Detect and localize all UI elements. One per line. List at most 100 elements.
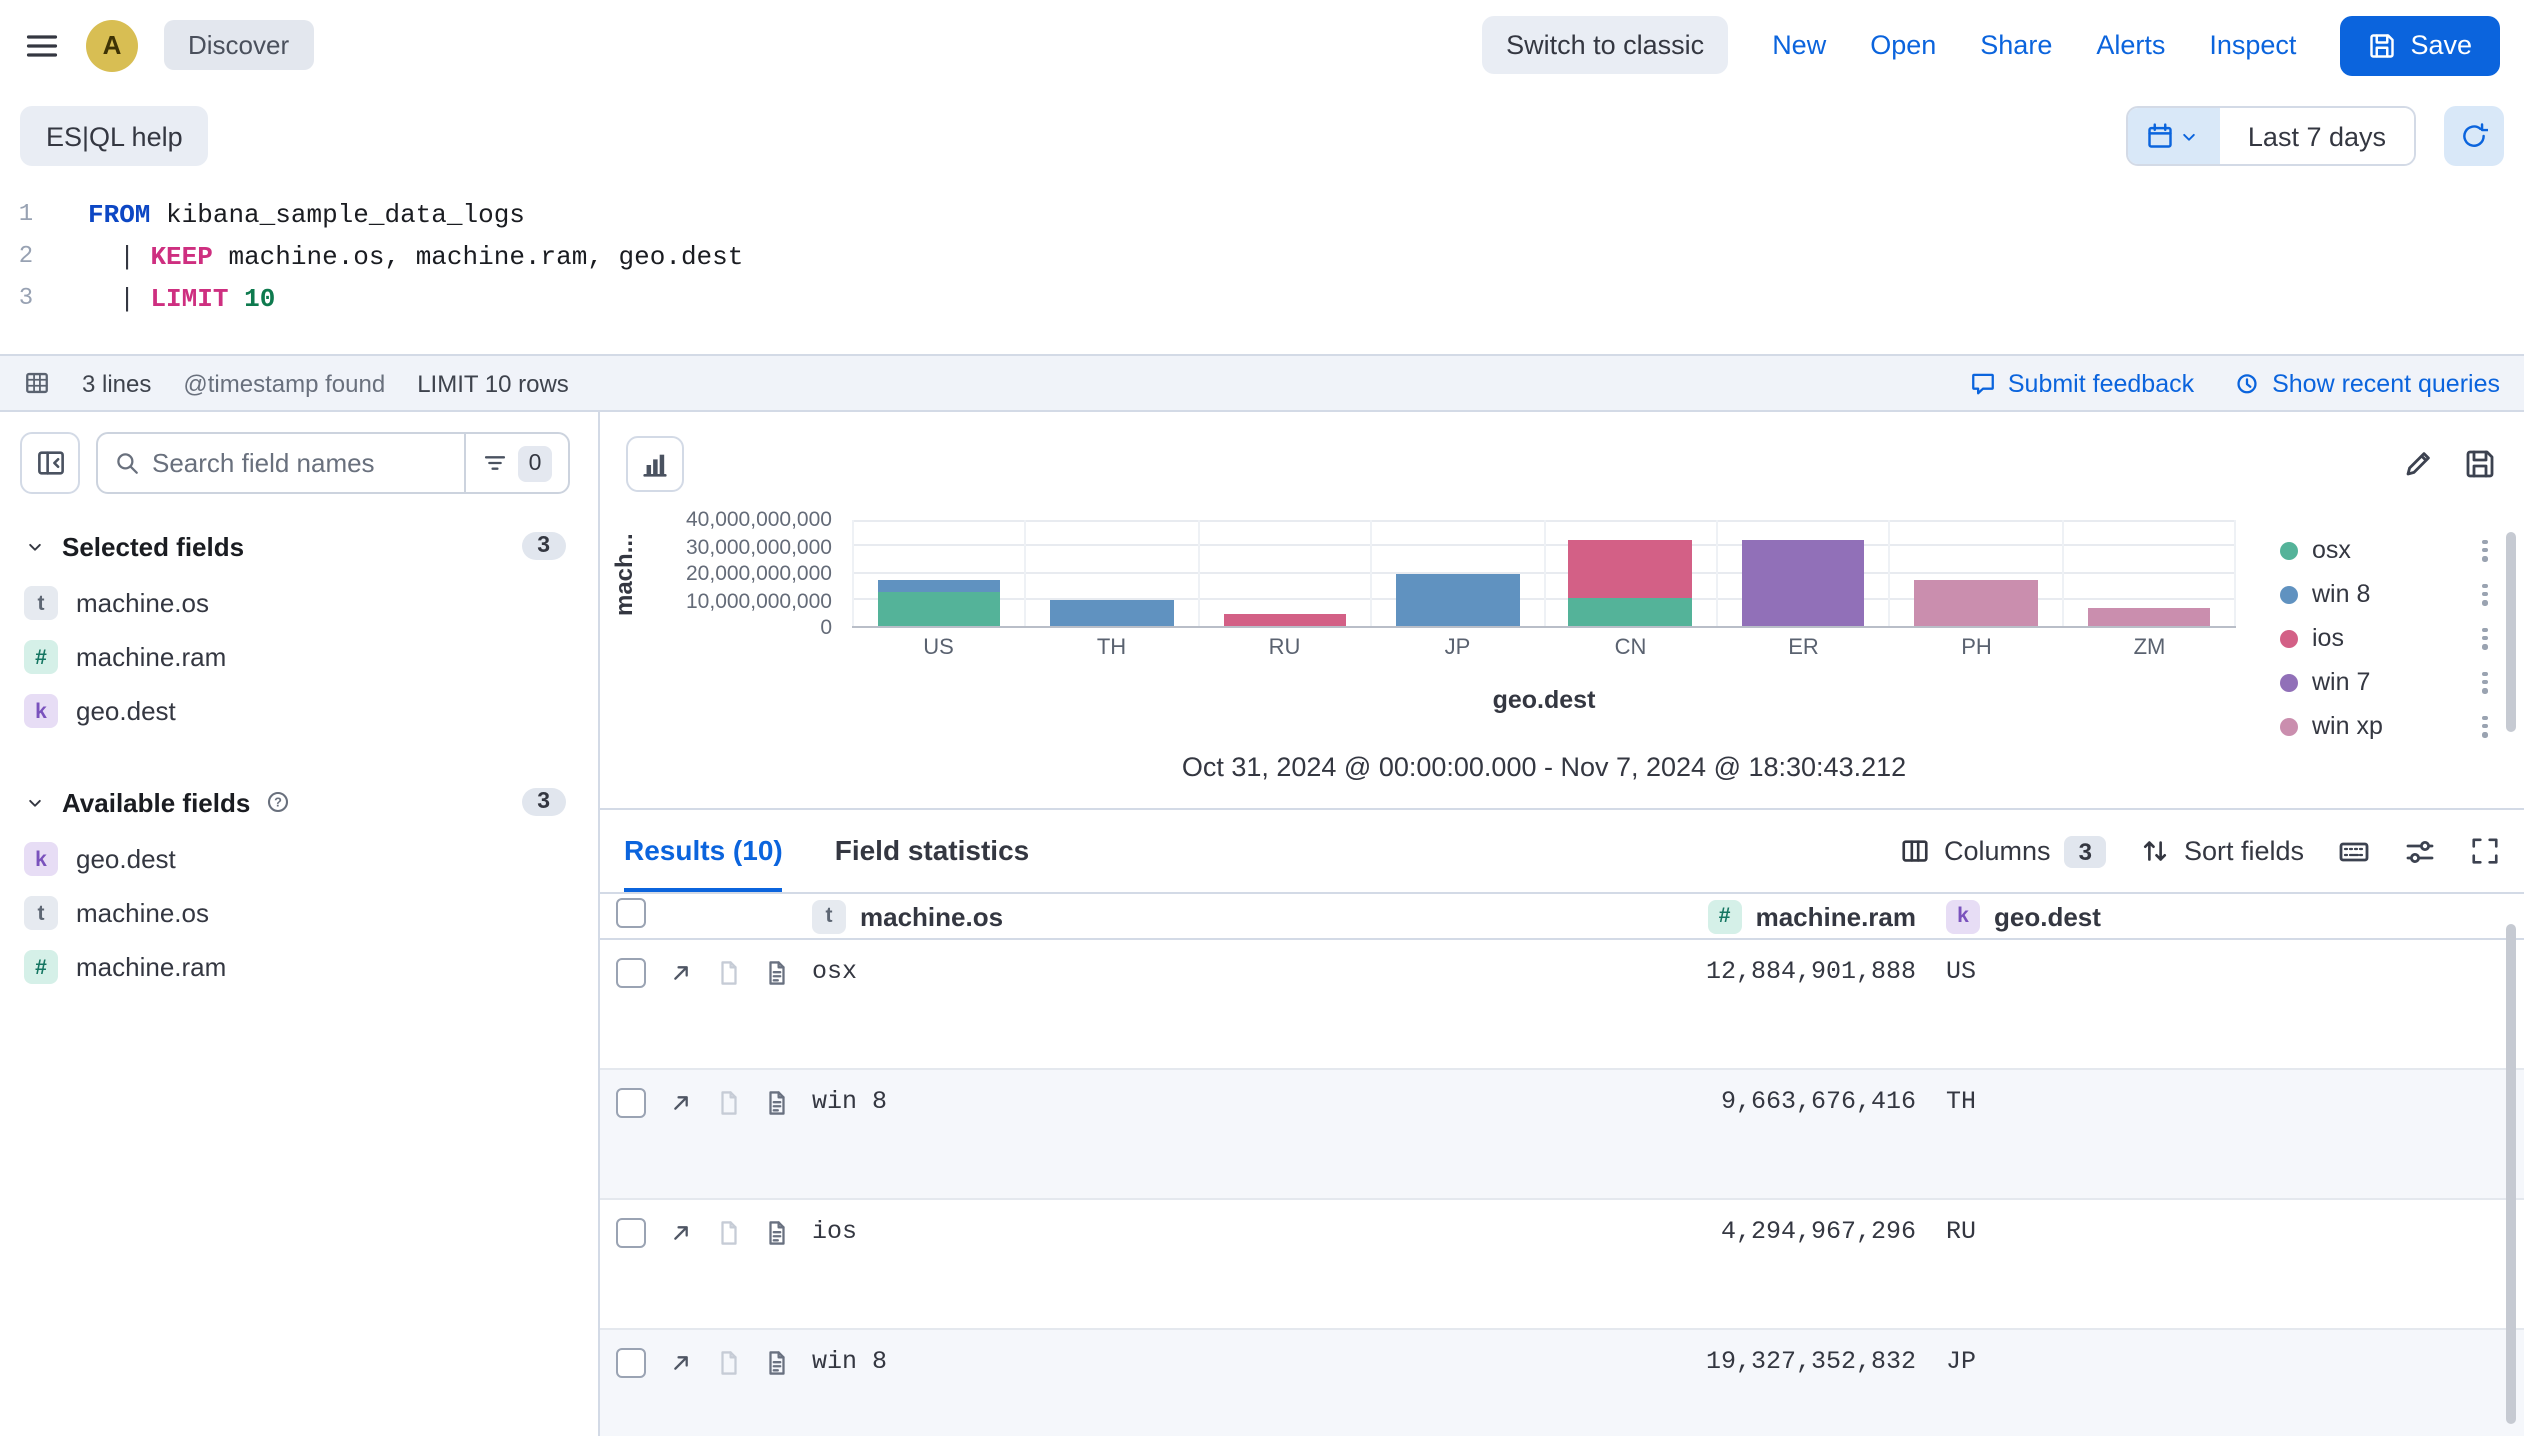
keyboard-shortcuts-button[interactable] (2338, 835, 2370, 867)
row-checkbox[interactable] (616, 1348, 646, 1378)
field-item-geo-dest[interactable]: k geo.dest (20, 684, 570, 738)
display-options-button[interactable] (2404, 835, 2436, 867)
line-number: 1 (0, 194, 52, 236)
panel-collapse-icon (35, 448, 65, 478)
editor-footer-links: Submit feedback Show recent queries (1970, 369, 2500, 397)
expand-row-button[interactable] (668, 1088, 716, 1116)
bar-th[interactable] (1025, 520, 1198, 626)
chart-scrollbar[interactable] (2506, 532, 2516, 732)
nav-alerts-link[interactable]: Alerts (2096, 30, 2165, 60)
row-checkbox[interactable] (616, 1218, 646, 1248)
column-header-geo-dest[interactable]: k geo.dest (1946, 899, 2101, 933)
limit-info: LIMIT 10 rows (417, 369, 569, 397)
field-item-machine-ram[interactable]: # machine.ram (20, 630, 570, 684)
avatar[interactable]: A (86, 19, 138, 71)
tab-results[interactable]: Results (10) (624, 810, 783, 892)
select-all-checkbox[interactable] (616, 898, 646, 928)
refresh-button[interactable] (2444, 106, 2504, 166)
breadcrumb[interactable]: Discover (164, 20, 313, 70)
legend-dot (2280, 717, 2298, 735)
esql-number: 10 (244, 284, 275, 314)
column-header-machine-ram[interactable]: # machine.ram (1532, 899, 1916, 933)
bar-ru[interactable] (1198, 520, 1371, 626)
field-item-machine-ram[interactable]: # machine.ram (20, 940, 570, 994)
field-item-machine-os[interactable]: t machine.os (20, 886, 570, 940)
esql-identifier: kibana_sample_data_logs (150, 200, 524, 230)
nav-share-link[interactable]: Share (1980, 30, 2052, 60)
save-button[interactable]: Save (2340, 15, 2500, 75)
table-scrollbar[interactable] (2506, 924, 2516, 1424)
field-item-machine-os[interactable]: t machine.os (20, 576, 570, 630)
sort-fields-button[interactable]: Sort fields (2140, 836, 2304, 866)
bar-zm[interactable] (2061, 520, 2236, 626)
chevron-down-icon (2179, 125, 2201, 147)
switch-to-classic-button[interactable]: Switch to classic (1482, 16, 1728, 74)
table-row[interactable]: win 8 9,663,676,416 TH (600, 1070, 2524, 1200)
number-type-icon: # (24, 640, 58, 674)
columns-button[interactable]: Columns 3 (1900, 835, 2106, 867)
y-tick: 30,000,000,000 (686, 535, 832, 559)
legend-item-ios[interactable]: ios (2280, 616, 2488, 660)
chart-type-button[interactable] (626, 436, 684, 492)
legend-item-winxp[interactable]: win xp (2280, 704, 2488, 748)
legend-menu-icon[interactable] (2482, 539, 2488, 561)
field-item-geo-dest[interactable]: k geo.dest (20, 832, 570, 886)
fullscreen-icon (2470, 836, 2500, 866)
search-field-names-input[interactable] (140, 448, 464, 478)
row-checkbox[interactable] (616, 958, 646, 988)
selected-fields-header[interactable]: Selected fields 3 (24, 526, 566, 566)
bar-segment-win7 (1742, 541, 1865, 626)
legend-menu-icon[interactable] (2482, 715, 2488, 737)
submit-feedback-link[interactable]: Submit feedback (1970, 369, 2194, 397)
editor-footer: 3 lines @timestamp found LIMIT 10 rows S… (0, 354, 2524, 412)
fullscreen-button[interactable] (2470, 836, 2500, 866)
content-area: 0 Selected fields 3 t machine.os # machi… (0, 412, 2524, 1436)
bar-segment-win8 (1396, 575, 1519, 626)
doc-viewer-button[interactable] (764, 1218, 812, 1246)
nav-inspect-link[interactable]: Inspect (2209, 30, 2296, 60)
row-checkbox[interactable] (616, 1088, 646, 1118)
nav-new-link[interactable]: New (1772, 30, 1826, 60)
legend-menu-icon[interactable] (2482, 627, 2488, 649)
legend-item-win8[interactable]: win 8 (2280, 572, 2488, 616)
edit-visualization-button[interactable] (2402, 448, 2434, 480)
help-icon[interactable] (266, 790, 290, 814)
date-range-value[interactable]: Last 7 days (2220, 108, 2414, 164)
doc-viewer-button[interactable] (764, 1088, 812, 1116)
legend-menu-icon[interactable] (2482, 583, 2488, 605)
save-visualization-button[interactable] (2464, 448, 2496, 480)
expand-row-button[interactable] (668, 1218, 716, 1246)
esql-editor[interactable]: 1 FROM kibana_sample_data_logs 2 | KEEP … (0, 178, 2524, 354)
bar-us[interactable] (852, 520, 1025, 626)
date-quick-select-button[interactable] (2128, 108, 2220, 164)
collapse-sidebar-button[interactable] (20, 432, 80, 494)
show-recent-queries-link[interactable]: Show recent queries (2234, 369, 2500, 397)
expand-row-button[interactable] (668, 958, 716, 986)
legend-item-osx[interactable]: osx (2280, 528, 2488, 572)
doc-viewer-button[interactable] (764, 958, 812, 986)
bar-segment-osx (878, 592, 1001, 626)
available-fields-header[interactable]: Available fields 3 (24, 782, 566, 822)
bar-cn[interactable] (1543, 520, 1716, 626)
bar-jp[interactable] (1370, 520, 1543, 626)
bar-er[interactable] (1716, 520, 1889, 626)
table-row[interactable]: ios 4,294,967,296 RU (600, 1200, 2524, 1330)
filter-icon (482, 450, 508, 476)
legend-item-win7[interactable]: win 7 (2280, 660, 2488, 704)
table-row[interactable]: osx 12,884,901,888 US (600, 940, 2524, 1070)
save-icon (2368, 31, 2396, 59)
doc-viewer-button[interactable] (764, 1348, 812, 1376)
field-type-filter-button[interactable]: 0 (464, 434, 568, 492)
column-header-machine-os[interactable]: t machine.os (812, 899, 1532, 933)
timestamp-info: @timestamp found (183, 369, 385, 397)
bar-ph[interactable] (1889, 520, 2062, 626)
table-row[interactable]: win 8 19,327,352,832 JP (600, 1330, 2524, 1436)
number-type-icon: # (24, 950, 58, 984)
cell-machine-ram: 12,884,901,888 (1532, 958, 1916, 986)
legend-menu-icon[interactable] (2482, 671, 2488, 693)
expand-row-button[interactable] (668, 1348, 716, 1376)
tab-field-statistics[interactable]: Field statistics (835, 810, 1030, 892)
esql-help-button[interactable]: ES|QL help (20, 106, 209, 166)
menu-button[interactable] (24, 27, 60, 63)
nav-open-link[interactable]: Open (1870, 30, 1936, 60)
